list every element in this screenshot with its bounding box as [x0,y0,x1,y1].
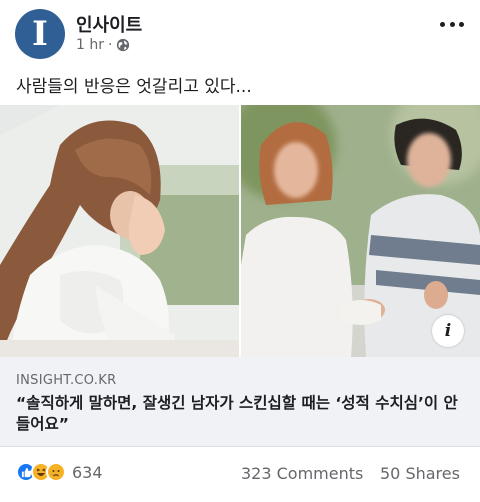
comments-count[interactable]: 323 Comments [241,464,363,483]
shares-count[interactable]: 50 Shares [380,464,460,483]
reaction-count: 634 [72,462,103,482]
sad-icon [46,462,66,482]
more-horizontal-icon[interactable] [440,14,464,34]
post-timestamp[interactable]: 1 hr [76,37,104,53]
page-name[interactable]: 인사이트 [76,11,142,37]
avatar-letter: I [32,14,48,54]
globe-icon [117,38,130,52]
link-preview-image[interactable]: i [0,105,480,357]
reactions-summary[interactable]: 634 [16,462,103,482]
engagement-bar: 634 323 Comments 50 Shares [0,458,480,488]
post-text: 사람들의 반응은 엇갈리고 있다... [16,77,252,97]
post-meta: 1 hr · [76,37,130,53]
more-dot [459,21,464,27]
link-domain: INSIGHT.CO.KR [16,373,117,388]
more-dot [449,21,455,27]
info-icon[interactable]: i [432,315,464,347]
more-dot [440,21,445,27]
link-title: “솔직하게 말하면, 잘생긴 남자가 스킨십할 때는 ‘성적 수치심’이 안 들… [16,394,458,433]
meta-separator: · [108,37,113,53]
woman-illustration [0,105,239,357]
link-preview-card[interactable]: INSIGHT.CO.KR “솔직하게 말하면, 잘생긴 남자가 스킨십할 때는… [0,357,480,447]
post-header: I 인사이트 1 hr · [0,0,480,66]
page-avatar[interactable]: I [15,9,65,59]
woman-covering-face-photo [0,105,239,357]
